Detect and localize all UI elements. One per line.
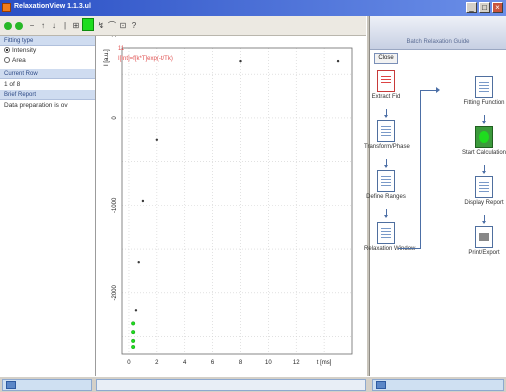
data-point bbox=[134, 309, 138, 312]
step-transform-phase[interactable]: Transform/Phase bbox=[364, 120, 410, 150]
radio-area[interactable]: Area bbox=[0, 56, 95, 66]
flow-arrow bbox=[384, 209, 388, 218]
fitting-function-icon bbox=[475, 76, 493, 98]
step-label: Print/Export bbox=[468, 250, 500, 256]
step-label: Display Report bbox=[464, 200, 504, 206]
current-row-header: Current Row bbox=[0, 69, 95, 79]
brief-report-header: Brief Report bbox=[0, 90, 95, 100]
radio-label: Intensity bbox=[12, 47, 37, 54]
record-green-icon[interactable] bbox=[4, 22, 12, 30]
data-point bbox=[155, 138, 159, 141]
x-tick-label: 10 bbox=[265, 360, 272, 366]
step-extract-fid[interactable]: Extract Fid bbox=[364, 70, 408, 100]
fit-icon[interactable]: ⊡ bbox=[118, 20, 128, 31]
brief-report-text: Data preparation is ov bbox=[4, 102, 68, 109]
scatter-chart[interactable]: 0 2 4 6 8 10 12 t [ms] -2000 -1000 0 1000 11 I[Int]… bbox=[96, 36, 366, 376]
x-tick-label: 12 bbox=[293, 360, 300, 366]
step-label: Relaxation Window bbox=[364, 246, 416, 252]
status-bar bbox=[0, 376, 506, 392]
close-window-button[interactable]: × bbox=[492, 2, 503, 13]
y-tick-label: -2000 bbox=[112, 284, 118, 300]
step-label: Extract Fid bbox=[371, 94, 401, 100]
x-tick-label: 6 bbox=[211, 360, 215, 366]
flow-arrow bbox=[384, 109, 388, 118]
step-label: Define Ranges bbox=[366, 194, 406, 200]
fitting-type-header: Fitting type bbox=[0, 36, 95, 46]
data-point bbox=[131, 321, 136, 326]
batch-guide-panel: Batch Relaxation Guide Close Extract Fid… bbox=[364, 16, 506, 376]
guide-scrollbar[interactable] bbox=[372, 379, 504, 391]
curve-icon[interactable]: ⌒ bbox=[107, 20, 117, 31]
radio-label: Area bbox=[12, 57, 26, 64]
scroll-thumb[interactable] bbox=[376, 381, 386, 389]
extract-fid-icon bbox=[377, 70, 395, 92]
step-label: Fitting Function bbox=[463, 100, 505, 106]
define-ranges-icon bbox=[377, 170, 395, 192]
data-point bbox=[239, 59, 242, 63]
y-tick-label: -1000 bbox=[112, 197, 118, 213]
y-tick-label: 0 bbox=[112, 116, 118, 120]
x-tick-label: 4 bbox=[183, 360, 187, 366]
flow-arrow bbox=[384, 159, 388, 168]
transform-phase-icon bbox=[377, 120, 395, 142]
print-export-icon bbox=[475, 226, 493, 248]
connector-line bbox=[420, 90, 421, 249]
flow-arrow bbox=[482, 115, 486, 124]
plot-scrollbar[interactable] bbox=[96, 379, 366, 391]
window-title: RelaxationView 1.1.3.ul bbox=[14, 3, 91, 10]
plot-area[interactable]: 0 2 4 6 8 10 12 t [ms] -2000 -1000 0 1000 11 I[Int]… bbox=[96, 36, 366, 376]
left-panel: Fitting type Intensity Area Current Row … bbox=[0, 36, 96, 376]
radio-unselected-icon bbox=[4, 57, 10, 63]
current-row-value: 1 of 8 bbox=[4, 81, 21, 88]
legend-formula: I[Int]=f[k*T]exp(-t/Tk) bbox=[118, 56, 173, 62]
data-point bbox=[137, 261, 140, 264]
step-define-ranges[interactable]: Define Ranges bbox=[364, 170, 408, 200]
y-axis-label: I [a.u.] bbox=[104, 49, 110, 66]
minus-icon[interactable]: − bbox=[27, 20, 37, 31]
step-label: Start Calculation bbox=[462, 150, 506, 156]
x-tick-label: t [ms] bbox=[317, 360, 332, 366]
flow-arrow bbox=[482, 165, 486, 174]
arrow-head-icon bbox=[436, 87, 440, 93]
zoom-icon[interactable]: ↯ bbox=[96, 20, 106, 31]
step-print-export[interactable]: Print/Export bbox=[462, 226, 506, 256]
down-arrow-icon[interactable]: ↓ bbox=[49, 20, 59, 31]
data-point bbox=[336, 59, 340, 63]
step-start-calculation[interactable]: Start Calculation bbox=[462, 126, 506, 156]
data-point bbox=[141, 199, 145, 203]
record-green-icon[interactable] bbox=[15, 22, 23, 30]
plot-frame bbox=[121, 47, 353, 355]
flow-arrow bbox=[482, 215, 486, 224]
grid-icon[interactable]: ⊞ bbox=[71, 20, 81, 31]
toolbar: − ↑ ↓ | ⊞ ↯ ⌒ ⊡ ? bbox=[0, 16, 366, 36]
scroll-thumb[interactable] bbox=[6, 381, 16, 389]
up-arrow-icon[interactable]: ↑ bbox=[38, 20, 48, 31]
x-tick-label: 8 bbox=[239, 360, 243, 366]
minimize-button[interactable]: _ bbox=[466, 2, 477, 13]
radio-selected-icon bbox=[4, 47, 10, 53]
select-icon[interactable] bbox=[82, 18, 94, 31]
title-bar: RelaxationView 1.1.3.ul _ □ × bbox=[0, 0, 506, 16]
maximize-button[interactable]: □ bbox=[479, 2, 490, 13]
display-report-icon bbox=[475, 176, 493, 198]
data-point bbox=[131, 330, 136, 335]
start-calculation-icon bbox=[475, 126, 493, 148]
data-point bbox=[131, 345, 136, 350]
connector-line bbox=[398, 248, 420, 249]
step-fitting-function[interactable]: Fitting Function bbox=[462, 76, 506, 106]
y-tick-label: 1000 bbox=[112, 36, 118, 37]
x-tick-label: 2 bbox=[155, 360, 159, 366]
help-icon[interactable]: ? bbox=[129, 20, 139, 31]
step-label: Transform/Phase bbox=[364, 144, 410, 150]
step-display-report[interactable]: Display Report bbox=[462, 176, 506, 206]
close-guide-button[interactable]: Close bbox=[374, 53, 398, 64]
relaxation-window-icon bbox=[377, 222, 395, 244]
data-point bbox=[131, 338, 136, 343]
legend-number: 11 bbox=[118, 46, 125, 52]
app-icon bbox=[2, 3, 11, 12]
separator-icon: | bbox=[63, 21, 67, 30]
guide-title: Batch Relaxation Guide bbox=[406, 39, 470, 45]
radio-intensity[interactable]: Intensity bbox=[0, 46, 95, 56]
x-tick-label: 0 bbox=[127, 360, 131, 366]
